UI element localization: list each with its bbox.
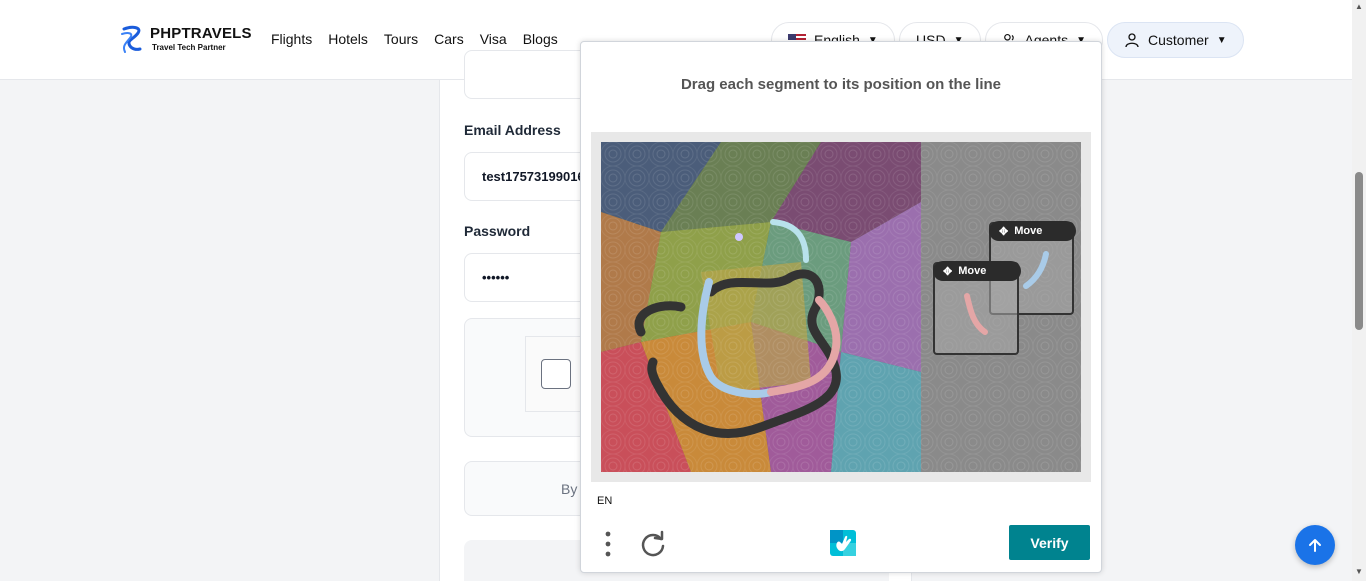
chevron-down-icon: ▼: [1216, 34, 1227, 46]
captcha-challenge: Drag each segment to its position on the…: [580, 41, 1102, 573]
logo-subtitle: Travel Tech Partner: [152, 43, 226, 52]
customer-label: Customer: [1148, 32, 1209, 48]
email-value: test17573199016: [482, 169, 585, 184]
scroll-thumb[interactable]: [1355, 172, 1363, 330]
challenge-area: ✥ Move ✥ Move: [591, 132, 1091, 482]
verify-button[interactable]: Verify: [1009, 525, 1090, 560]
user-icon: [1125, 33, 1139, 48]
password-label: Password: [464, 223, 531, 239]
menu-dots-icon[interactable]: [603, 530, 613, 558]
piece-segment-pink: [964, 293, 988, 335]
terms-text: By: [561, 481, 578, 497]
main-nav: Flights Hotels Tours Cars Visa Blogs: [271, 31, 558, 47]
challenge-title: Drag each segment to its position on the…: [680, 76, 1002, 93]
language-selector[interactable]: EN: [597, 495, 612, 507]
phptravels-logo-icon: [121, 25, 142, 53]
email-label: Email Address: [464, 122, 561, 138]
scroll-up-arrow-icon[interactable]: ▲: [1352, 2, 1366, 11]
page-scrollbar[interactable]: ▲ ▼: [1352, 0, 1366, 581]
drag-piece-2[interactable]: ✥ Move: [933, 261, 1021, 355]
nav-blogs[interactable]: Blogs: [523, 31, 558, 47]
captcha-checkbox[interactable]: [541, 359, 571, 389]
nav-flights[interactable]: Flights: [271, 31, 312, 47]
logo-title: PHPTRAVELS: [150, 25, 252, 42]
back-to-top-button[interactable]: [1295, 525, 1335, 565]
customer-dropdown[interactable]: Customer ▼: [1107, 22, 1244, 58]
hcaptcha-logo-icon[interactable]: [826, 526, 860, 560]
challenge-canvas[interactable]: ✥ Move ✥ Move: [601, 142, 1081, 472]
nav-hotels[interactable]: Hotels: [328, 31, 368, 47]
password-value: ••••••: [482, 270, 510, 285]
challenge-footer: Verify: [581, 522, 1101, 572]
refresh-icon[interactable]: [639, 530, 667, 558]
nav-cars[interactable]: Cars: [434, 31, 464, 47]
scroll-down-arrow-icon[interactable]: ▼: [1352, 567, 1366, 576]
arrow-up-icon: [1309, 539, 1321, 552]
nav-tours[interactable]: Tours: [384, 31, 418, 47]
nav-visa[interactable]: Visa: [480, 31, 507, 47]
site-logo[interactable]: PHPTRAVELS Travel Tech Partner: [120, 24, 252, 54]
